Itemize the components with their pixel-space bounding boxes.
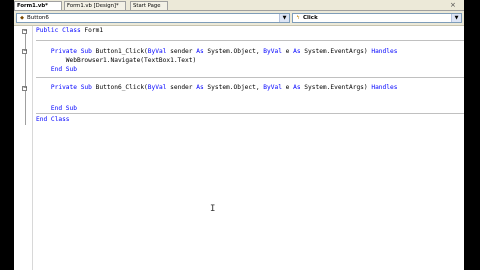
letterbox-left: [0, 0, 14, 270]
keyword: As: [196, 48, 204, 55]
code-text: e: [281, 84, 294, 91]
procedure-separator: [36, 77, 464, 78]
keyword: Public Class: [36, 27, 81, 34]
tab-form1-vb[interactable]: Form1.vb*: [14, 1, 62, 10]
keyword: ByVal: [147, 48, 167, 55]
keyword: Private Sub: [50, 48, 92, 55]
navigation-bar: ◆ Button6 ▼ ϟ Click ▼: [14, 11, 464, 26]
outline-guide: [25, 31, 26, 125]
keyword: As: [293, 84, 301, 91]
code-text: WebBrowser1.Navigate(TextBox1.Text): [36, 57, 197, 64]
tab-form1-design[interactable]: Form1.vb [Design]*: [64, 1, 126, 10]
keyword: Handles: [371, 48, 398, 55]
chevron-down-icon[interactable]: ▼: [279, 14, 289, 22]
tab-start-page[interactable]: Start Page: [130, 1, 168, 10]
code-text: System.Object,: [203, 48, 264, 55]
object-dropdown[interactable]: ◆ Button6 ▼: [16, 13, 290, 23]
code-line: End Sub: [36, 65, 77, 74]
event-lightning-icon: ϟ: [296, 15, 300, 21]
keyword: End Sub: [50, 66, 77, 73]
identifier: Form1: [80, 27, 104, 34]
code-text: System.EventArgs): [300, 84, 372, 91]
procedure-separator: [36, 113, 464, 114]
code-editor-window: Form1.vb* Form1.vb [Design]* Start Page …: [14, 0, 464, 270]
object-dropdown-value: Button6: [27, 15, 49, 21]
collapse-icon[interactable]: −: [22, 86, 27, 91]
code-text: Button1_Click(: [91, 48, 148, 55]
close-icon[interactable]: ×: [450, 1, 456, 9]
outline-guide: [25, 88, 26, 110]
keyword: ByVal: [263, 48, 282, 55]
code-text: System.EventArgs): [300, 48, 372, 55]
event-dropdown[interactable]: ϟ Click ▼: [292, 13, 462, 23]
code-line: End Sub: [36, 104, 77, 113]
code-line: Private Sub Button6_Click(ByVal sender A…: [36, 83, 398, 92]
document-tab-strip: Form1.vb* Form1.vb [Design]* Start Page …: [14, 0, 464, 11]
event-dropdown-value: Click: [303, 15, 318, 21]
outline-guide: [25, 53, 26, 75]
code-text: System.Object,: [203, 84, 264, 91]
keyword: End Class: [36, 116, 70, 123]
letterbox-right: [464, 0, 480, 270]
code-text: sender: [166, 48, 197, 55]
collapse-icon[interactable]: −: [22, 49, 27, 54]
code-text: Button6_Click(: [91, 84, 148, 91]
keyword: Handles: [371, 84, 398, 91]
collapse-icon[interactable]: −: [22, 29, 27, 34]
outline-margin: [32, 26, 33, 270]
code-line: End Class: [36, 115, 70, 124]
code-text: e: [281, 48, 294, 55]
procedure-separator: [36, 40, 464, 41]
code-line: WebBrowser1.Navigate(TextBox1.Text): [36, 56, 196, 65]
keyword: Private Sub: [50, 84, 92, 91]
chevron-down-icon[interactable]: ▼: [451, 14, 461, 22]
class-icon: ◆: [20, 15, 24, 21]
code-text-area[interactable]: − − − Public Class Form1 Private Sub But…: [14, 26, 464, 270]
keyword: ByVal: [147, 84, 167, 91]
code-text: sender: [166, 84, 197, 91]
text-cursor-icon: I: [210, 204, 216, 214]
keyword: As: [196, 84, 204, 91]
code-line: Private Sub Button1_Click(ByVal sender A…: [36, 47, 398, 56]
keyword: As: [293, 48, 301, 55]
code-line: Public Class Form1: [36, 26, 103, 35]
keyword: ByVal: [263, 84, 282, 91]
keyword: End Sub: [50, 105, 77, 112]
